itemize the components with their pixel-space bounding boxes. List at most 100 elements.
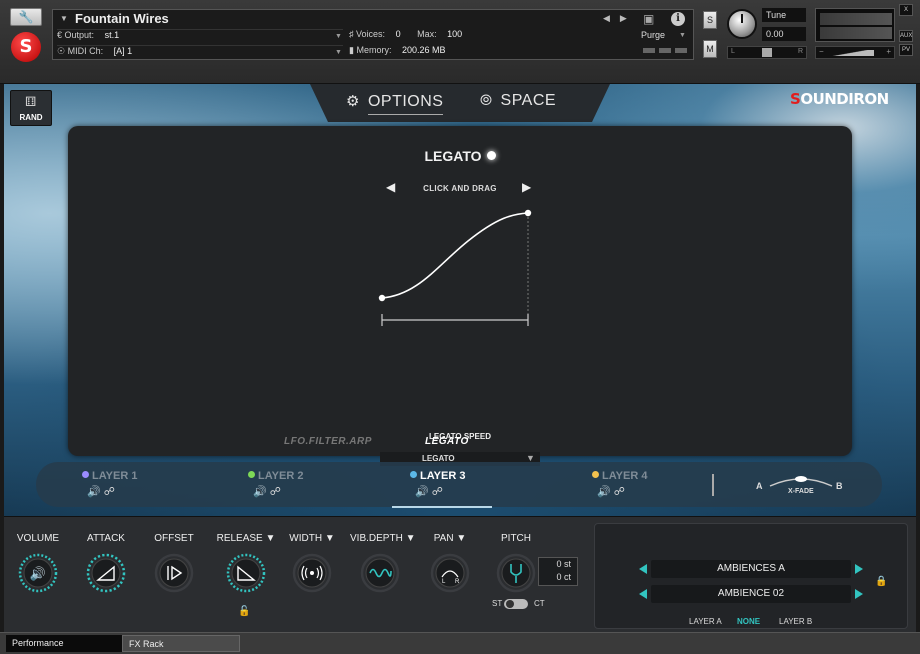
layer-1-tab[interactable]: LAYER 1 🔊 ☍ [82, 470, 137, 498]
legato-power-led[interactable] [486, 151, 496, 160]
tab-space[interactable]: ⦾ SPACE [480, 92, 556, 110]
rand-label: RAND [19, 113, 43, 122]
legato-curve-editor[interactable] [368, 201, 548, 331]
mode-tab-lfo-filter-arp[interactable]: LFO.FILTER.ARP [284, 436, 372, 447]
xfade-slider[interactable] [768, 474, 834, 488]
mute-button[interactable]: M [703, 40, 717, 58]
xfade-handle[interactable] [795, 476, 807, 482]
ambience-next-arrow-icon[interactable] [855, 589, 863, 599]
tune-value[interactable]: 0.00 [762, 27, 806, 41]
tab-performance[interactable]: Performance [6, 635, 122, 652]
instrument-nav-arrows[interactable]: ◀▶ [603, 13, 637, 24]
ambience-set-display[interactable]: AMBIENCES A [651, 560, 851, 578]
collapse-arrow-icon[interactable]: ▼ [60, 14, 68, 23]
lock-icon[interactable]: 🔓 [238, 606, 250, 617]
pan-label: PAN ▼ [433, 533, 467, 544]
ambience-prev-arrow-icon[interactable] [639, 589, 647, 599]
aux-button[interactable]: AUX [899, 30, 913, 42]
wrench-icon[interactable]: 🔧 [10, 8, 42, 26]
layer-2-tab[interactable]: LAYER 2 🔊 ☍ [248, 470, 303, 498]
chevron-down-icon: ▼ [335, 33, 342, 40]
xfade-a-label: A [756, 481, 763, 491]
output-label: Output: [64, 30, 95, 40]
speaker-icon[interactable]: 🔊 [87, 486, 101, 498]
width-label: WIDTH ▼ [289, 533, 335, 544]
layer-color-dot [410, 471, 417, 478]
speaker-icon: 🔊 [30, 565, 46, 582]
knob-body [435, 558, 465, 588]
solo-button[interactable]: S [703, 11, 717, 29]
tab-fx-rack[interactable]: FX Rack [122, 635, 240, 652]
attack-knob[interactable] [86, 553, 126, 593]
camera-icon[interactable]: ▣ [643, 12, 654, 26]
volume-slider[interactable]: − + [815, 46, 895, 59]
toggle-handle [506, 600, 514, 608]
legato-curve[interactable] [381, 212, 529, 299]
close-button[interactable]: X [899, 4, 913, 16]
tab-space-label: SPACE [500, 92, 557, 109]
curve-end-handle[interactable] [524, 209, 532, 217]
curve-start-handle[interactable] [378, 294, 386, 302]
mode-tab-legato[interactable]: LEGATO [425, 436, 469, 447]
max-voices-value[interactable]: 100 [447, 29, 462, 39]
instrument-name[interactable]: Fountain Wires [75, 11, 169, 26]
link-icon[interactable]: ☍ [270, 486, 281, 498]
ambience-set-prev-arrow-icon[interactable] [639, 564, 647, 574]
layer-3-tab[interactable]: LAYER 3 🔊 ☍ [410, 470, 465, 498]
pitch-knob[interactable] [496, 553, 536, 593]
controls-strip: VOLUME 🔊 ATTACK OFFSET RELEASE ▼ 🔓 WIDTH… [4, 516, 916, 632]
ambience-display[interactable]: AMBIENCE 02 [651, 585, 851, 603]
pv-button[interactable]: PV [899, 44, 913, 56]
pitch-readout[interactable]: 0 st 0 ct [538, 557, 578, 586]
ambience-layer-a[interactable]: LAYER A [689, 617, 722, 626]
stereo-width-icon [310, 571, 314, 575]
pan-r-glyph: R [455, 579, 460, 585]
output-value: st.1 [104, 30, 120, 40]
brand-name: OUNDIRON [800, 90, 889, 108]
lock-icon[interactable]: 🔒 [875, 576, 887, 587]
memory-display: ▮ Memory: 200.26 MB [349, 45, 446, 60]
output-selector[interactable]: € Output: st.1 ▼ [57, 29, 343, 44]
tab-options[interactable]: ⚙ OPTIONS [346, 92, 444, 115]
gear-icon: ⚙ [346, 93, 360, 110]
meter-left [820, 13, 892, 25]
xfade-label: X-FADE [788, 488, 814, 495]
vib-depth-label: VIB.DEPTH ▼ [350, 533, 416, 544]
speaker-icon[interactable]: 🔊 [253, 486, 267, 498]
ambience-none[interactable]: NONE [737, 617, 760, 626]
kontakt-header: 🔧 S ▼ Fountain Wires ◀▶ ▣ i € Output: st… [0, 0, 920, 84]
midi-icon: ☉ [57, 46, 66, 56]
layer-4-tab[interactable]: LAYER 4 🔊 ☍ [592, 470, 647, 498]
offset-knob[interactable] [154, 553, 194, 593]
tune-knob[interactable] [727, 9, 757, 39]
layer-color-dot [82, 471, 89, 478]
pan-knob[interactable]: L R [430, 553, 470, 593]
link-icon[interactable]: ☍ [432, 486, 443, 498]
layer-color-dot [592, 471, 599, 478]
voices-label: Voices: [356, 29, 386, 39]
knob-body [159, 558, 189, 588]
speaker-icon[interactable]: 🔊 [597, 486, 611, 498]
rand-button[interactable]: ⚅ RAND [10, 90, 52, 126]
st-ct-toggle[interactable] [504, 599, 528, 609]
info-icon[interactable]: i [671, 12, 685, 26]
purge-menu[interactable]: Purge [641, 30, 665, 40]
ambience-layer-b[interactable]: LAYER B [779, 617, 812, 626]
width-knob[interactable] [292, 553, 332, 593]
layer-1-label: LAYER 1 [92, 470, 138, 482]
pitch-label: PITCH [501, 533, 531, 544]
volume-knob[interactable]: 🔊 [18, 553, 58, 593]
release-knob[interactable] [226, 553, 266, 593]
pan-slider[interactable]: L R [727, 46, 807, 59]
vib-depth-knob[interactable] [360, 553, 400, 593]
midi-channel-selector[interactable]: ☉ MIDI Ch: [A] 1 ▼ [57, 45, 343, 60]
speaker-icon[interactable]: 🔊 [415, 486, 429, 498]
midi-value: [A] 1 [113, 46, 133, 56]
layer-3-label: LAYER 3 [420, 470, 466, 482]
link-icon[interactable]: ☍ [104, 486, 115, 498]
link-icon[interactable]: ☍ [614, 486, 625, 498]
pan-handle[interactable] [762, 48, 772, 57]
ambience-set-next-arrow-icon[interactable] [855, 564, 863, 574]
voices-display: ♯ Voices: 0 Max: 100 [349, 29, 462, 44]
curve-next-arrow-icon[interactable]: ▶ [522, 180, 531, 194]
